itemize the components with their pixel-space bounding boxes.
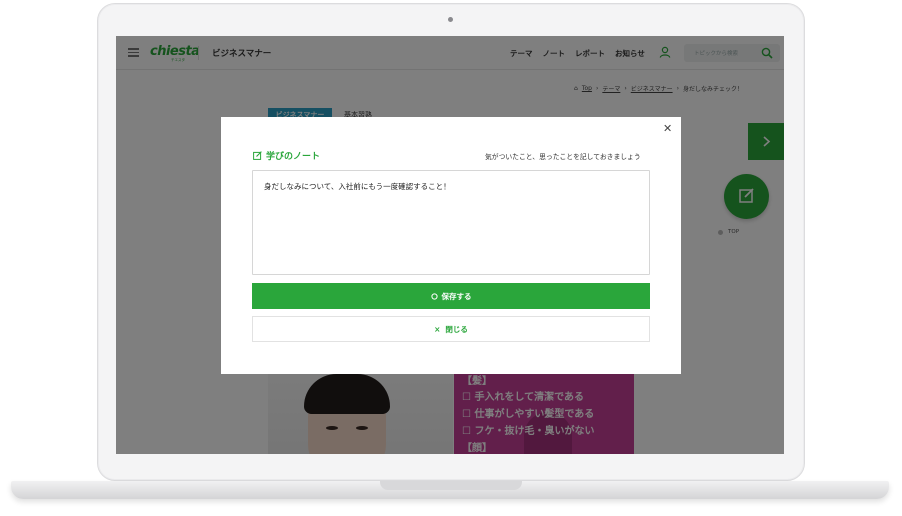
close-button[interactable]: × 閉じる: [252, 316, 650, 342]
modal-title: 学びのノート: [253, 149, 320, 162]
modal-hint: 気がついたこと、思ったことを記しておきましょう: [485, 153, 641, 161]
close-button-label: 閉じる: [445, 324, 468, 334]
close-icon: ×: [434, 324, 441, 334]
edit-note-icon: [253, 151, 262, 160]
learning-note-modal: ✕ 学びのノート 気がついたこと、思ったことを記しておきましょう 身だしなみにつ…: [221, 117, 681, 374]
modal-close-icon[interactable]: ✕: [663, 122, 672, 135]
note-textarea[interactable]: 身だしなみについて、入社前にもう一度確認すること！: [252, 170, 650, 275]
circle-icon: [430, 292, 438, 300]
modal-title-text: 学びのノート: [266, 152, 321, 162]
laptop-notch: [380, 481, 522, 490]
save-button-label: 保存する: [441, 291, 472, 301]
save-button[interactable]: 保存する: [252, 283, 650, 309]
camera-dot: [448, 17, 453, 22]
screen: chiesta チエスタ ビジネスマナー テーマ ノート レポート お知らせ ト…: [116, 36, 784, 454]
